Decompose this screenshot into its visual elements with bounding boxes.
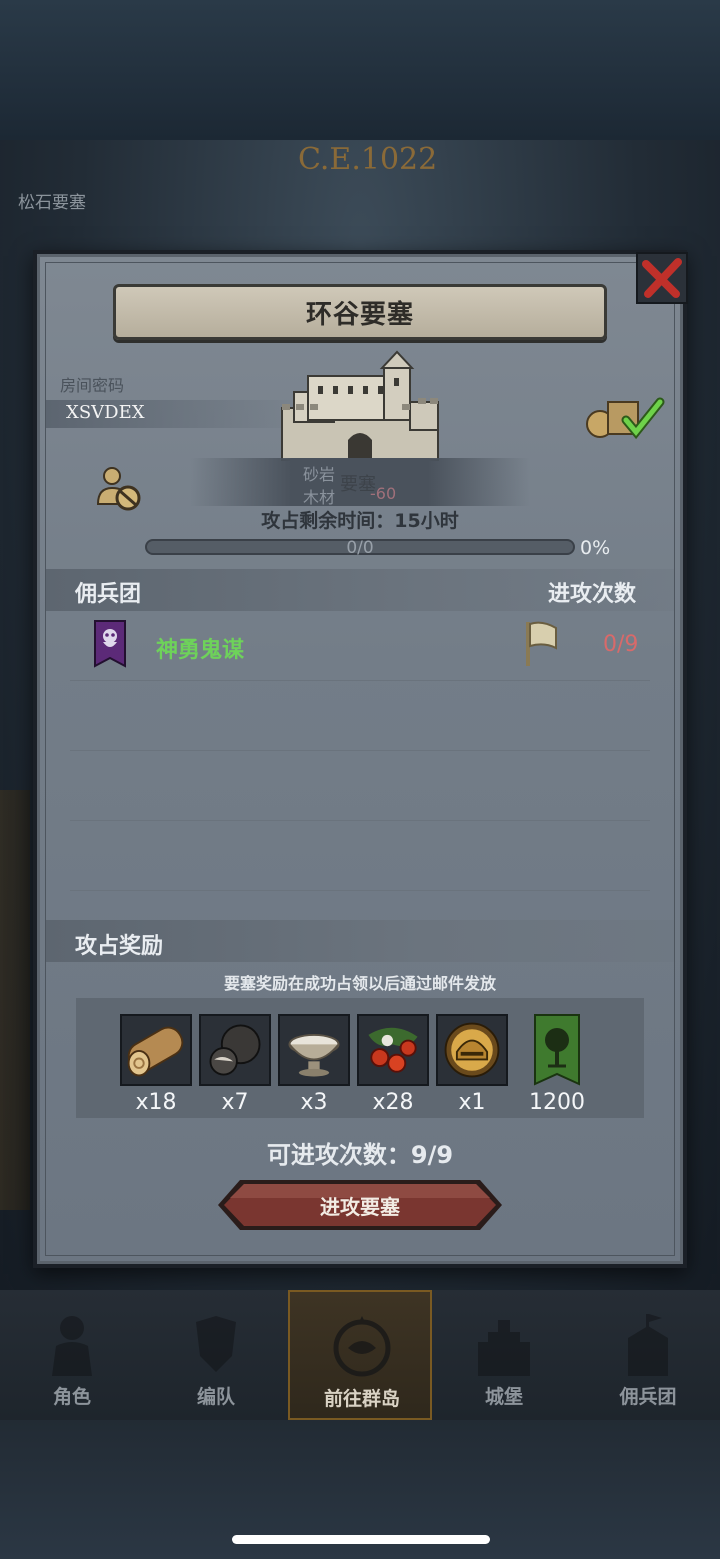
gold-helmet-icon xyxy=(444,1022,500,1078)
title-plate: 环谷要塞 xyxy=(113,284,607,340)
reward-item[interactable] xyxy=(357,1014,429,1086)
dialog-title: 环谷要塞 xyxy=(305,299,414,330)
nav-label: 角色 xyxy=(52,1386,91,1408)
rewards-header: 攻占奖励 xyxy=(75,934,164,959)
compass-map-icon xyxy=(333,1316,391,1377)
home-indicator[interactable] xyxy=(232,1535,490,1544)
reward-item[interactable] xyxy=(278,1014,350,1086)
truffle-icon xyxy=(209,1024,261,1076)
reward-item[interactable] xyxy=(120,1014,192,1086)
attack-count-header: 进攻次数 xyxy=(548,582,637,607)
rewards-note: 要塞奖励在成功占领以后通过邮件发放 xyxy=(223,974,496,993)
era-label: C.E.1022 xyxy=(298,142,438,177)
nav-mercenary[interactable]: 佣兵团 xyxy=(576,1290,720,1420)
nav-label: 城堡 xyxy=(484,1386,523,1408)
tree-banner-icon[interactable] xyxy=(534,1014,580,1086)
wood-log-icon xyxy=(127,1026,184,1077)
nav-formation[interactable]: 编队 xyxy=(144,1290,288,1420)
room-label: 房间密码 xyxy=(60,376,125,395)
capture-time-remaining: 攻占剩余时间：15小时 xyxy=(261,510,459,532)
flag-icon xyxy=(526,621,557,666)
mercenary-name[interactable]: 神勇鬼谋 xyxy=(156,632,244,664)
room-code[interactable]: XSVDEX xyxy=(66,402,145,423)
top-backdrop xyxy=(0,0,720,140)
progress-count: 0/0 xyxy=(346,538,374,558)
row-divider xyxy=(70,890,650,891)
castle-icon xyxy=(478,1320,530,1376)
fortress-icon xyxy=(281,350,439,461)
resource-name: 木材 xyxy=(303,488,336,507)
progress-percent: 0% xyxy=(580,537,611,559)
flag-castle-icon xyxy=(628,1314,668,1376)
attack-fortress-button[interactable]: 进攻要塞 xyxy=(216,1178,504,1232)
row-divider xyxy=(70,680,650,681)
fortress-label: 要塞 xyxy=(340,474,376,495)
background-location-label: 松石要塞 xyxy=(18,193,86,213)
helmet-shield-icon xyxy=(196,1316,236,1372)
nav-castle[interactable]: 城堡 xyxy=(432,1290,576,1420)
guild-emblem-icon xyxy=(94,620,126,668)
user-blocked-icon[interactable] xyxy=(96,464,144,512)
supplies-ready-icon xyxy=(586,397,665,440)
nav-character[interactable]: 角色 xyxy=(0,1290,144,1420)
reward-quantity: 1200 xyxy=(529,1090,585,1115)
row-divider xyxy=(70,820,650,821)
reward-quantity: x18 xyxy=(135,1090,177,1115)
nav-label: 编队 xyxy=(196,1386,235,1408)
nav-archipelago[interactable]: 前往群岛 xyxy=(288,1290,432,1420)
berries-icon xyxy=(368,1027,418,1073)
remaining-attacks: 可进攻次数：9/9 xyxy=(266,1141,454,1169)
close-icon xyxy=(642,258,682,298)
reward-quantity: x3 xyxy=(300,1090,328,1115)
row-divider xyxy=(70,750,650,751)
nav-label: 前往群岛 xyxy=(323,1388,400,1410)
mercenary-attack-count: 0/9 xyxy=(603,632,639,657)
close-button[interactable] xyxy=(636,252,688,304)
nav-label: 佣兵团 xyxy=(619,1386,677,1408)
silver-bowl-icon xyxy=(288,1033,340,1077)
mercenary-header: 佣兵团 xyxy=(75,582,142,607)
knight-icon xyxy=(52,1316,92,1376)
reward-item[interactable] xyxy=(199,1014,271,1086)
reward-quantity: x1 xyxy=(458,1090,486,1115)
reward-quantity: x7 xyxy=(221,1090,249,1115)
resource-name: 砂岩 xyxy=(303,465,336,484)
reward-item[interactable] xyxy=(436,1014,508,1086)
reward-quantity: x28 xyxy=(372,1090,414,1115)
